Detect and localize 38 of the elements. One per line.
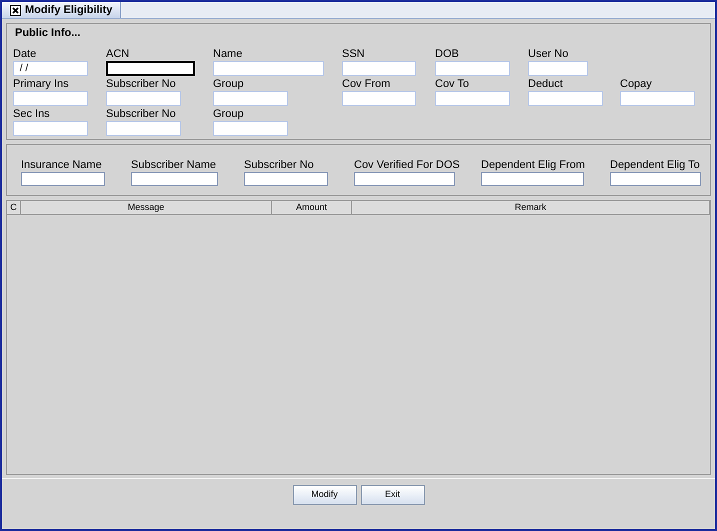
action-button[interactable]: Modify: [292, 485, 356, 505]
column-header[interactable]: Remark: [352, 201, 710, 214]
input-field[interactable]: [21, 172, 105, 186]
field-label: SSN: [342, 48, 366, 60]
window-tab[interactable]: Modify Eligibility: [2, 2, 122, 18]
action-button[interactable]: Exit: [360, 485, 424, 505]
column-header[interactable]: C: [7, 201, 21, 214]
field-label: Insurance Name: [21, 158, 103, 172]
field-label: Subscriber No: [106, 78, 177, 90]
field-label: Group: [213, 78, 245, 90]
input-field[interactable]: [481, 172, 584, 186]
field-label: Subscriber Name: [131, 158, 217, 172]
field-label: Deduct: [528, 78, 564, 90]
field-label: Copay: [620, 78, 653, 90]
input-field[interactable]: [106, 60, 195, 76]
field-label: Primary Ins: [13, 78, 70, 90]
field-label: Cov To: [435, 78, 470, 90]
field-label: Dependent Elig From: [481, 158, 586, 172]
column-header[interactable]: Amount: [272, 201, 352, 214]
close-icon[interactable]: [10, 4, 21, 16]
field-label: Name: [213, 48, 244, 60]
field-label: ACN: [106, 48, 130, 60]
field-label: Dependent Elig To: [610, 158, 701, 172]
field-label: User No: [528, 48, 570, 60]
field-label: DOB: [435, 48, 460, 60]
input-field[interactable]: [354, 172, 455, 186]
column-header[interactable]: Message: [21, 201, 272, 214]
input-field[interactable]: / /: [13, 60, 88, 76]
input-field[interactable]: [131, 172, 218, 186]
field-label: Sec Ins: [13, 108, 51, 120]
field-label: Cov From: [342, 78, 392, 90]
input-field[interactable]: [244, 172, 328, 186]
field-label: Date: [13, 48, 38, 60]
input-field[interactable]: [610, 172, 701, 186]
field-label: Subscriber No: [244, 158, 315, 172]
field-label: Group: [213, 108, 245, 120]
field-label: Cov Verified For DOS: [354, 158, 461, 172]
field-label: Subscriber No: [106, 108, 177, 120]
